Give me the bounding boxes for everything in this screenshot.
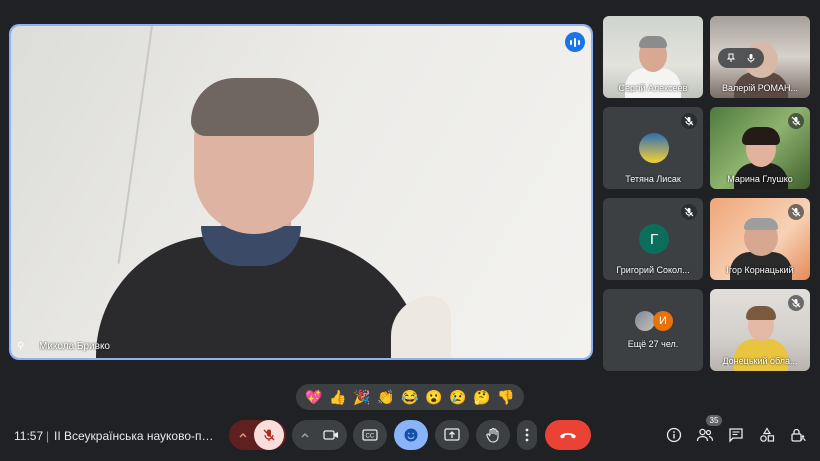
leave-call-button[interactable]	[545, 420, 591, 450]
participant-avatar	[635, 311, 655, 331]
participant-tile[interactable]: Сергій Алексеев	[603, 16, 703, 98]
reaction-thumbs-up[interactable]: 👍	[329, 390, 346, 404]
muted-mic-icon	[788, 113, 804, 129]
activities-button[interactable]	[756, 424, 778, 446]
reaction-sparkling-heart[interactable]: 💖	[305, 390, 322, 404]
participant-count-badge: 35	[706, 415, 722, 426]
tile-controls[interactable]	[718, 48, 764, 68]
chevron-up-icon[interactable]	[294, 430, 316, 440]
muted-mic-icon	[788, 204, 804, 220]
reactions-button[interactable]	[394, 420, 428, 450]
speaker-hair	[191, 78, 319, 136]
activities-shapes-icon	[760, 427, 775, 442]
reactions-bar: 💖 👍 🎉 👏 😂 😮 😢 🤔 👎	[296, 384, 524, 410]
chat-icon	[729, 428, 743, 443]
microphone-icon	[747, 54, 755, 63]
more-participants-tile[interactable]: И Ещё 27 чел.	[603, 289, 703, 371]
end-call-icon	[560, 433, 576, 439]
camera-icon	[322, 430, 338, 440]
chat-button[interactable]	[725, 424, 747, 446]
participant-tile[interactable]: Валерій РОМАН...	[710, 16, 810, 98]
reaction-thumbs-down[interactable]: 👎	[497, 390, 514, 404]
lock-person-icon	[791, 428, 806, 442]
people-button[interactable]	[694, 424, 716, 446]
present-screen-icon	[444, 428, 460, 441]
closed-captions-icon: CC	[362, 429, 378, 441]
wall-background	[117, 26, 153, 264]
speaking-indicator-icon	[565, 32, 585, 52]
reaction-sad[interactable]: 😢	[449, 390, 466, 404]
participant-name: Сергій Алексеев	[618, 83, 688, 93]
meeting-title: II Всеукраїнська науково-практ...	[54, 429, 220, 443]
info-icon	[666, 427, 682, 443]
participant-avatar	[639, 133, 669, 163]
muted-mic-icon	[788, 295, 804, 311]
hand-icon	[486, 427, 499, 443]
raise-hand-button[interactable]	[476, 420, 510, 450]
chevron-up-icon[interactable]	[232, 430, 254, 440]
participant-name: Ігор Корнацький	[726, 265, 794, 275]
participant-name: Марина Глушко	[727, 174, 793, 184]
reaction-party-popper[interactable]: 🎉	[353, 390, 370, 404]
participant-name: Григорий Сокол...	[616, 265, 690, 275]
pin-icon[interactable]: ⚲	[17, 341, 24, 352]
main-video-tile[interactable]: ⚲ Микола Бривко	[11, 26, 591, 358]
microphone-toggle-button[interactable]	[253, 420, 284, 450]
more-vert-icon	[525, 428, 529, 442]
participant-tile[interactable]: Г Григорий Сокол...	[603, 198, 703, 280]
smiley-icon	[404, 428, 418, 442]
divider: |	[46, 429, 50, 443]
participant-name: Тетяна Лисак	[625, 174, 681, 184]
more-participants-label: Ещё 27 чел.	[627, 339, 679, 349]
pin-icon	[726, 53, 736, 62]
microphone-off-icon	[263, 429, 274, 441]
captions-button[interactable]: CC	[353, 420, 387, 450]
participant-tile[interactable]: Донецький обла...	[710, 289, 810, 371]
reaction-clapping[interactable]: 👏	[377, 390, 394, 404]
meeting-clock: 11:57	[14, 429, 44, 443]
host-controls-button[interactable]	[787, 424, 809, 446]
muted-mic-icon	[681, 204, 697, 220]
camera-control-group	[292, 420, 347, 450]
svg-text:CC: CC	[366, 434, 375, 440]
more-options-button[interactable]	[517, 420, 537, 450]
reaction-laughing[interactable]: 😂	[401, 390, 418, 404]
participant-avatar: И	[653, 311, 673, 331]
camera-toggle-button[interactable]	[316, 429, 346, 441]
present-screen-button[interactable]	[435, 420, 469, 450]
people-icon	[696, 428, 714, 442]
participant-tile[interactable]: Ігор Корнацький	[710, 198, 810, 280]
muted-mic-icon	[681, 113, 697, 129]
meeting-details-button[interactable]	[663, 424, 685, 446]
participant-tile[interactable]: Марина Глушко	[710, 107, 810, 189]
participant-name: Валерій РОМАН...	[721, 83, 799, 93]
participant-tile[interactable]: Тетяна Лисак	[603, 107, 703, 189]
speaker-name-label: Микола Бривко	[39, 341, 110, 352]
reaction-thinking[interactable]: 🤔	[473, 390, 490, 404]
reaction-surprised[interactable]: 😮	[425, 390, 442, 404]
microphone-control-group	[229, 420, 286, 450]
participant-name: Донецький обла...	[722, 356, 798, 366]
participant-avatar: Г	[639, 224, 669, 254]
